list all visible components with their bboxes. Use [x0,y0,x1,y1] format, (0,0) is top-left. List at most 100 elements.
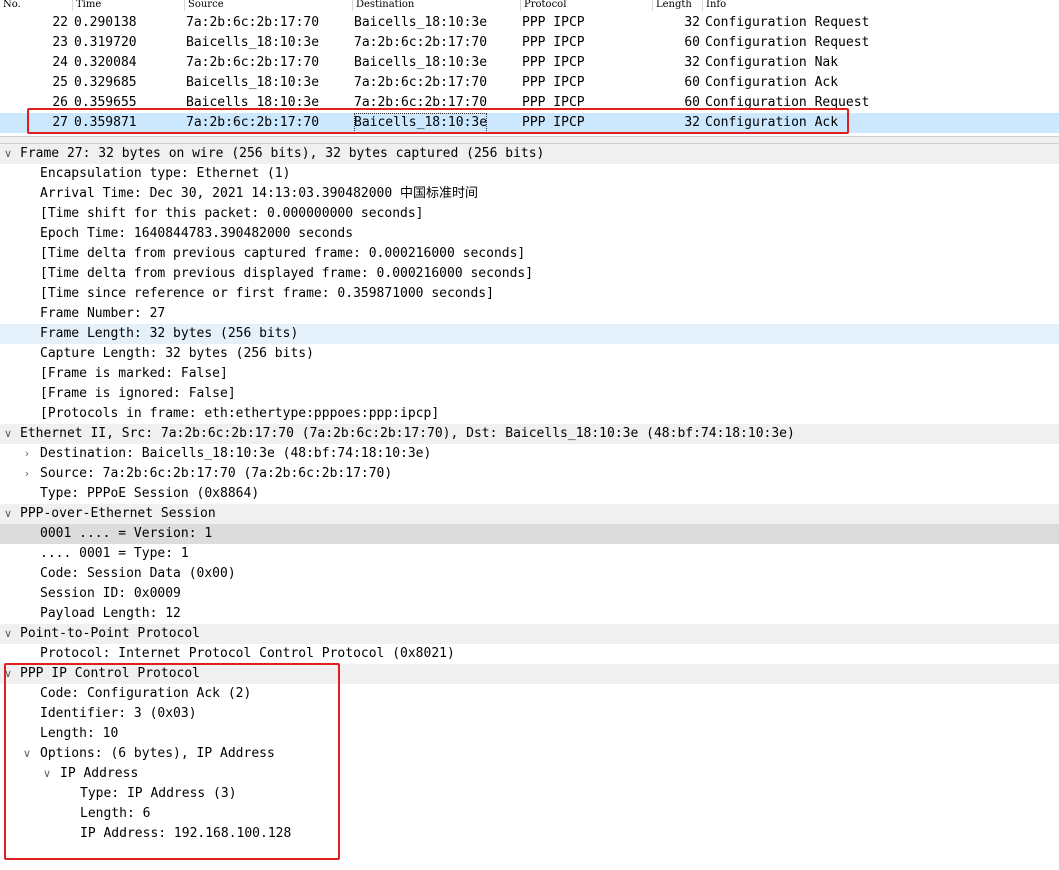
packet-no: 25 [52,75,68,90]
packet-protocol: PPP IPCP [522,75,585,90]
tree-leaf[interactable]: Arrival Time: Dec 30, 2021 14:13:03.3904… [0,184,1059,204]
tree-leaf-highlighted[interactable]: 0001 .... = Version: 1 [0,524,1059,544]
tree-node-pppoe[interactable]: ∨ PPP-over-Ethernet Session [0,504,1059,524]
pane-splitter[interactable] [0,136,1059,144]
packet-source: Baicells_18:10:3e [186,75,320,90]
packet-time: 0.320084 [74,55,137,70]
tree-leaf-text: Frame Number: 27 [40,306,166,321]
column-header-source[interactable]: Source [184,0,352,11]
tree-leaf-text: [Time delta from previous displayed fram… [40,266,534,281]
tree-node-label: Point-to-Point Protocol [20,626,201,641]
tree-node-ipcp[interactable]: ∨ PPP IP Control Protocol [0,664,1059,684]
tree-leaf[interactable]: [Frame is marked: False] [0,364,1059,384]
packet-length: 60 [684,35,700,50]
tree-leaf[interactable]: [Frame is ignored: False] [0,384,1059,404]
packet-source: Baicells_18:10:3e [186,35,320,50]
tree-node-ipcp-options[interactable]: ∨ Options: (6 bytes), IP Address [0,744,1059,764]
tree-leaf-text: Protocol: Internet Protocol Control Prot… [40,646,455,661]
chevron-down-icon[interactable]: ∨ [2,504,14,524]
chevron-right-icon[interactable]: › [21,464,33,484]
packet-length: 32 [684,115,700,130]
packet-destination: 7a:2b:6c:2b:17:70 [354,75,488,90]
tree-leaf[interactable]: Type: PPPoE Session (0x8864) [0,484,1059,504]
tree-leaf-text: .... 0001 = Type: 1 [40,546,189,561]
tree-leaf-text: Type: PPPoE Session (0x8864) [40,486,260,501]
tree-leaf[interactable]: Capture Length: 32 bytes (256 bits) [0,344,1059,364]
packet-row[interactable]: 22 0.290138 7a:2b:6c:2b:17:70 Baicells_1… [0,13,1059,33]
packet-details-tree[interactable]: ∨ Frame 27: 32 bytes on wire (256 bits),… [0,144,1059,870]
tree-leaf-highlighted[interactable]: Frame Length: 32 bytes (256 bits) [0,324,1059,344]
packet-row[interactable]: 23 0.319720 Baicells_18:10:3e 7a:2b:6c:2… [0,33,1059,53]
tree-node-eth-source[interactable]: › Source: 7a:2b:6c:2b:17:70 (7a:2b:6c:2b… [0,464,1059,484]
tree-leaf-text: [Time shift for this packet: 0.000000000… [40,206,424,221]
chevron-right-icon[interactable]: › [21,444,33,464]
tree-leaf[interactable]: [Time delta from previous captured frame… [0,244,1059,264]
tree-leaf-text: Type: IP Address (3) [80,786,237,801]
packet-destination: Baicells_18:10:3e [354,113,488,133]
tree-leaf-text: [Frame is ignored: False] [40,386,236,401]
tree-leaf[interactable]: Length: 6 [0,804,1059,824]
tree-leaf[interactable]: [Protocols in frame: eth:ethertype:pppoe… [0,404,1059,424]
chevron-down-icon[interactable]: ∨ [2,664,14,684]
packet-row[interactable]: 26 0.359655 Baicells_18:10:3e 7a:2b:6c:2… [0,93,1059,113]
tree-node-label: PPP-over-Ethernet Session [20,506,216,521]
tree-leaf[interactable]: Length: 10 [0,724,1059,744]
chevron-down-icon[interactable]: ∨ [2,624,14,644]
tree-leaf-text: Code: Session Data (0x00) [40,566,236,581]
packet-no: 24 [52,55,68,70]
column-header-no[interactable]: No. [0,0,72,11]
tree-leaf-text: Length: 10 [40,726,119,741]
tree-node-eth-destination[interactable]: › Destination: Baicells_18:10:3e (48:bf:… [0,444,1059,464]
chevron-down-icon[interactable]: ∨ [2,424,14,444]
packet-time: 0.319720 [74,35,137,50]
tree-leaf[interactable]: Code: Configuration Ack (2) [0,684,1059,704]
tree-leaf[interactable]: Epoch Time: 1640844783.390482000 seconds [0,224,1059,244]
tree-leaf-text: Length: 6 [80,806,151,821]
tree-node-ip-address-option[interactable]: ∨ IP Address [0,764,1059,784]
packet-row[interactable]: 25 0.329685 Baicells_18:10:3e 7a:2b:6c:2… [0,73,1059,93]
tree-node-label: Frame 27: 32 bytes on wire (256 bits), 3… [20,146,545,161]
packet-protocol: PPP IPCP [522,15,585,30]
tree-leaf[interactable]: Frame Number: 27 [0,304,1059,324]
tree-leaf[interactable]: Payload Length: 12 [0,604,1059,624]
tree-node-ethernet[interactable]: ∨ Ethernet II, Src: 7a:2b:6c:2b:17:70 (7… [0,424,1059,444]
tree-leaf[interactable]: IP Address: 192.168.100.128 [0,824,1059,844]
tree-node-ppp[interactable]: ∨ Point-to-Point Protocol [0,624,1059,644]
tree-leaf[interactable]: [Time shift for this packet: 0.000000000… [0,204,1059,224]
tree-leaf[interactable]: Code: Session Data (0x00) [0,564,1059,584]
tree-leaf[interactable]: .... 0001 = Type: 1 [0,544,1059,564]
tree-leaf[interactable]: [Time since reference or first frame: 0.… [0,284,1059,304]
packet-info: Configuration Ack [705,75,839,90]
chevron-down-icon[interactable]: ∨ [21,744,33,764]
column-header-length[interactable]: Length [652,0,702,11]
tree-leaf[interactable]: Session ID: 0x0009 [0,584,1059,604]
packet-source: 7a:2b:6c:2b:17:70 [186,115,320,130]
tree-leaf[interactable]: Identifier: 3 (0x03) [0,704,1059,724]
tree-leaf[interactable]: Encapsulation type: Ethernet (1) [0,164,1059,184]
tree-node-label: PPP IP Control Protocol [20,666,201,681]
tree-leaf-text: Capture Length: 32 bytes (256 bits) [40,346,314,361]
packet-no: 22 [52,15,68,30]
packet-row-selected[interactable]: 27 0.359871 7a:2b:6c:2b:17:70 Baicells_1… [0,113,1059,133]
column-header-info[interactable]: Info [702,0,1059,11]
packet-list[interactable]: No. Time Source Destination Protocol Len… [0,0,1059,136]
tree-leaf-text: Encapsulation type: Ethernet (1) [40,166,291,181]
tree-node-label: Ethernet II, Src: 7a:2b:6c:2b:17:70 (7a:… [20,426,795,441]
column-header-destination[interactable]: Destination [352,0,520,11]
chevron-down-icon[interactable]: ∨ [41,764,53,784]
chevron-down-icon[interactable]: ∨ [2,144,14,164]
packet-length: 32 [684,55,700,70]
packet-no: 27 [52,115,68,130]
tree-leaf[interactable]: Type: IP Address (3) [0,784,1059,804]
packet-row[interactable]: 24 0.320084 7a:2b:6c:2b:17:70 Baicells_1… [0,53,1059,73]
tree-leaf[interactable]: [Time delta from previous displayed fram… [0,264,1059,284]
column-header-protocol[interactable]: Protocol [520,0,652,11]
tree-node-frame[interactable]: ∨ Frame 27: 32 bytes on wire (256 bits),… [0,144,1059,164]
packet-destination: Baicells_18:10:3e [354,55,488,70]
tree-node-label: Destination: Baicells_18:10:3e (48:bf:74… [40,446,432,461]
column-header-time[interactable]: Time [72,0,184,11]
tree-leaf[interactable]: Protocol: Internet Protocol Control Prot… [0,644,1059,664]
packet-protocol: PPP IPCP [522,115,585,130]
tree-leaf-text: [Protocols in frame: eth:ethertype:pppoe… [40,406,440,421]
packet-time: 0.359655 [74,95,137,110]
